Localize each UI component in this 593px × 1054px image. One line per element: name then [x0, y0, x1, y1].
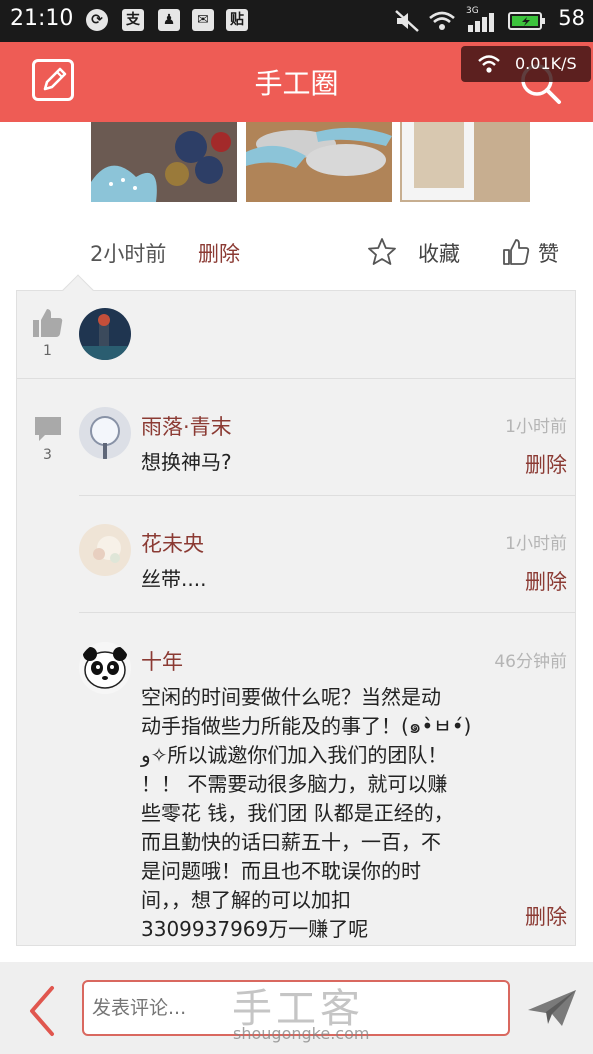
photo-image	[91, 122, 237, 202]
battery-level: 58	[558, 6, 585, 30]
watermark-url: shougongke.com	[233, 1024, 370, 1043]
comments-count: 3	[43, 447, 52, 463]
comment-avatar[interactable]	[79, 642, 131, 694]
comment-text-line: و✧所以诚邀你们加入我们的团队！	[141, 743, 448, 767]
comment-delete-link[interactable]: 删除	[525, 901, 567, 931]
post-delete-link[interactable]: 删除	[198, 238, 240, 268]
thumbs-up-icon	[503, 239, 530, 265]
post-time: 2小时前	[90, 242, 167, 266]
comment-delete-link[interactable]: 删除	[525, 449, 567, 479]
alipay-icon: 支	[122, 9, 144, 31]
star-icon	[368, 238, 396, 265]
comment-author[interactable]: 十年	[141, 646, 183, 676]
back-button[interactable]	[24, 984, 58, 1038]
post-photo[interactable]	[91, 122, 237, 202]
comment-text-line: 间，，想了解的可以加扣	[141, 888, 351, 912]
comment-text-line: 动手指做些力所能及的事了！(๑•̀ㅂ•́)	[141, 714, 472, 738]
mail-icon: ✉	[192, 9, 214, 31]
avatar-image	[79, 308, 131, 360]
comment-text-line: 空闲的时间要做什么呢？当然是动	[141, 685, 441, 709]
tieba-icon: 贴	[226, 9, 248, 31]
send-button[interactable]	[526, 988, 578, 1028]
photo-image	[246, 122, 392, 202]
comment-text-line: 3309937969万一赚了呢	[141, 917, 369, 941]
send-icon	[528, 990, 576, 1026]
favorite-button[interactable]: 收藏	[366, 236, 460, 268]
comment-avatar[interactable]	[79, 407, 131, 459]
comment-time: 1小时前	[505, 534, 567, 554]
likes-count: 1	[43, 343, 52, 359]
panel-pointer	[62, 274, 94, 306]
avatar-image	[79, 524, 131, 576]
comment-author[interactable]: 雨落·青末	[141, 411, 232, 441]
comment-text: 空闲的时间要做什么呢？当然是动 动手指做些力所能及的事了！(๑•̀ㅂ•́) و✧…	[141, 683, 501, 944]
photo-image	[400, 122, 530, 202]
sync-icon: ⟳	[86, 9, 108, 31]
avatar-image	[79, 407, 131, 459]
comment-text-line: 是问题哦！而且也不耽误你的时	[141, 859, 421, 883]
comment-text-line: 些零花 钱，我们团 队都是正经的，	[141, 801, 454, 825]
status-time: 21:10	[10, 6, 74, 31]
net-speed-overlay: 0.01K/S	[461, 46, 591, 82]
divider	[17, 378, 575, 379]
chevron-left-icon	[30, 986, 54, 1036]
app-header: 手工圈 0.01K/S	[0, 42, 593, 122]
comment-icon	[35, 417, 61, 441]
comment-text: 丝带....	[141, 567, 207, 591]
liker-avatar[interactable]	[79, 308, 131, 360]
favorite-label: 收藏	[418, 242, 460, 266]
avatar-image	[79, 642, 131, 694]
divider	[79, 495, 575, 496]
battery-icon	[508, 12, 545, 30]
post-photo[interactable]	[246, 122, 392, 202]
signal-icon	[468, 13, 494, 32]
divider	[79, 612, 575, 613]
mute-icon	[395, 10, 419, 32]
qq-icon: ♟	[158, 9, 180, 31]
comment-text-line: 而且勤快的话曰薪五十，一百，不	[141, 830, 441, 854]
wifi-icon	[478, 55, 500, 73]
post-photo[interactable]	[400, 122, 530, 202]
net-speed-value: 0.01K/S	[515, 54, 577, 73]
like-button[interactable]: 赞	[500, 236, 559, 268]
comment-text-line: ！！ 不需要动很多脑力，就可以赚	[141, 772, 448, 796]
comment-avatar[interactable]	[79, 524, 131, 576]
comments-panel: 1 3 雨落·青末 1小时前 想换神马? 删除 花未央 1小时前 丝带.... …	[16, 274, 576, 946]
comment-time: 46分钟前	[494, 652, 567, 672]
like-label: 赞	[538, 242, 559, 266]
comment-author[interactable]: 花未央	[141, 528, 204, 558]
comment-delete-link[interactable]: 删除	[525, 566, 567, 596]
thumbs-up-icon	[33, 309, 63, 337]
wifi-icon	[429, 11, 455, 30]
status-bar: 21:10 ⟳ 支 ♟ ✉ 贴 3G 58	[0, 0, 593, 42]
comment-text: 想换神马?	[141, 450, 232, 474]
comment-time: 1小时前	[505, 417, 567, 437]
